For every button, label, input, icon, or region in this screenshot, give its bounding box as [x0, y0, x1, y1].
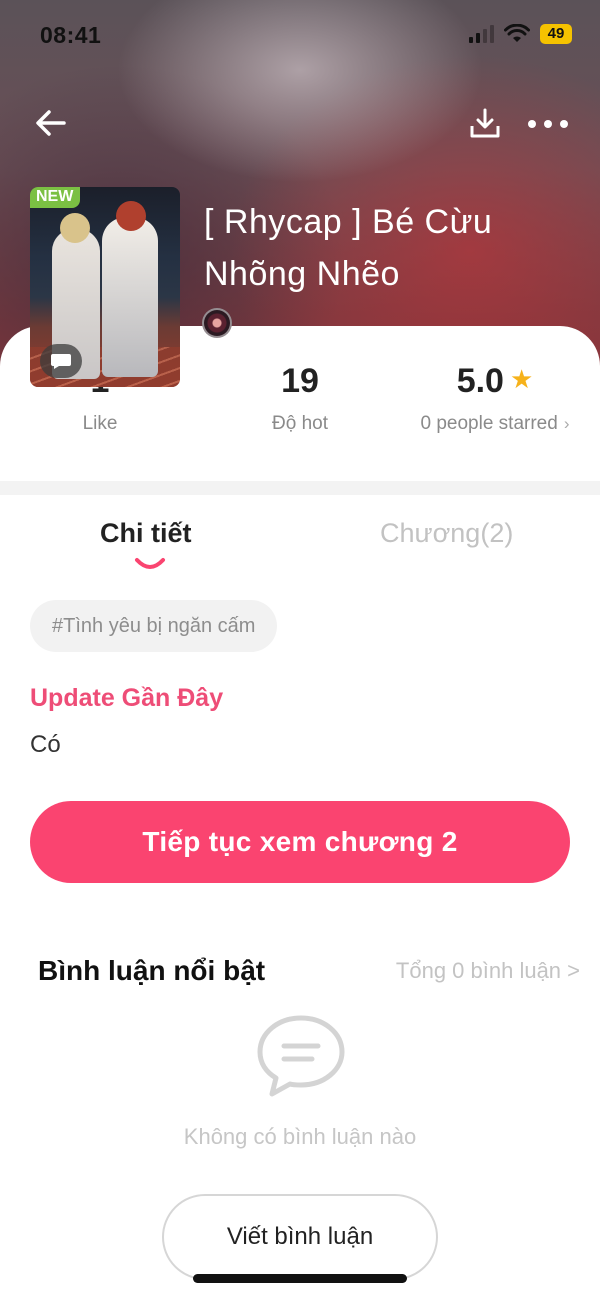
- empty-comments-text: Không có bình luận nào: [183, 1124, 417, 1149]
- section-divider: [0, 481, 600, 495]
- rating-value: 5.0: [456, 362, 504, 400]
- home-indicator: [193, 1274, 407, 1283]
- back-arrow-icon[interactable]: [34, 106, 68, 140]
- story-title: [ Rhycap ] Bé Cừu Nhõng Nhẽo: [204, 203, 493, 293]
- update-title: Update Gần Đây: [30, 684, 224, 712]
- star-icon: ★: [509, 364, 534, 394]
- comments-section-title: Bình luận nổi bật: [38, 955, 266, 986]
- comments-total-link[interactable]: Tổng 0 bình luận >: [396, 958, 580, 984]
- update-value: Có: [30, 731, 61, 758]
- rating-label: 0 people starred: [420, 413, 558, 434]
- author-avatar[interactable]: [202, 308, 232, 338]
- wifi-icon: [504, 24, 530, 42]
- new-badge: NEW: [30, 187, 81, 208]
- cellular-signal-icon: [469, 25, 494, 43]
- genre-tag[interactable]: #Tình yêu bị ngăn cấm: [30, 600, 278, 652]
- status-time: 08:41: [40, 22, 102, 48]
- write-comment-button[interactable]: Viết bình luận: [162, 1194, 438, 1280]
- status-indicators: 49: [469, 24, 572, 44]
- battery-indicator: 49: [540, 24, 572, 44]
- download-icon[interactable]: [468, 106, 502, 140]
- hot-stat: 19 Độ hot: [240, 362, 360, 435]
- chat-bubble-icon[interactable]: [40, 344, 82, 378]
- tab-active-indicator: [135, 558, 165, 569]
- tab-chapters[interactable]: Chương(2): [380, 518, 513, 549]
- like-label: Like: [82, 413, 118, 434]
- tab-details[interactable]: Chi tiết: [100, 518, 192, 549]
- chevron-right-icon: ›: [563, 414, 570, 433]
- more-options-icon[interactable]: [528, 110, 568, 138]
- empty-comment-icon: [257, 1015, 345, 1097]
- hot-label: Độ hot: [272, 413, 328, 434]
- continue-reading-button[interactable]: Tiếp tục xem chương 2: [30, 801, 570, 883]
- hot-count: 19: [281, 362, 319, 400]
- rating-stat[interactable]: 5.0 ★ 0 people starred ›: [400, 362, 590, 435]
